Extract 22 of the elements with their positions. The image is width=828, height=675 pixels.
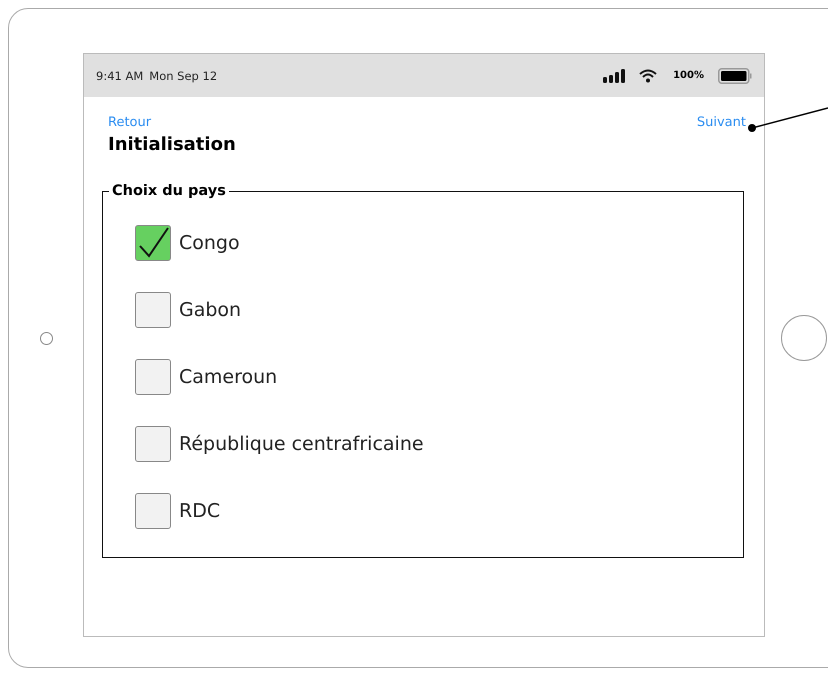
option-label: Congo	[179, 232, 240, 254]
group-legend: Choix du pays	[109, 183, 229, 199]
home-button[interactable]	[781, 315, 827, 361]
status-time: 9:41 AM	[96, 68, 144, 82]
checkbox[interactable]	[135, 224, 171, 260]
option-label: Gabon	[179, 298, 242, 320]
checkbox[interactable]	[135, 292, 171, 328]
option-label: République centrafricaine	[179, 432, 424, 454]
battery-icon	[718, 68, 752, 84]
checkbox[interactable]	[135, 492, 171, 528]
option-label: RDC	[179, 500, 220, 522]
battery-percentage: 100%	[673, 70, 704, 81]
next-link[interactable]: Suivant	[696, 115, 746, 130]
camera-icon	[40, 332, 52, 344]
checkbox[interactable]	[135, 358, 171, 394]
signal-icon	[603, 68, 626, 82]
back-link[interactable]: Retour	[108, 115, 152, 130]
page-title: Initialisation	[108, 134, 237, 155]
status-date: Mon Sep 12	[149, 68, 218, 82]
checkbox[interactable]	[135, 426, 171, 462]
wifi-icon	[639, 68, 658, 82]
option-label: Cameroun	[179, 366, 278, 388]
